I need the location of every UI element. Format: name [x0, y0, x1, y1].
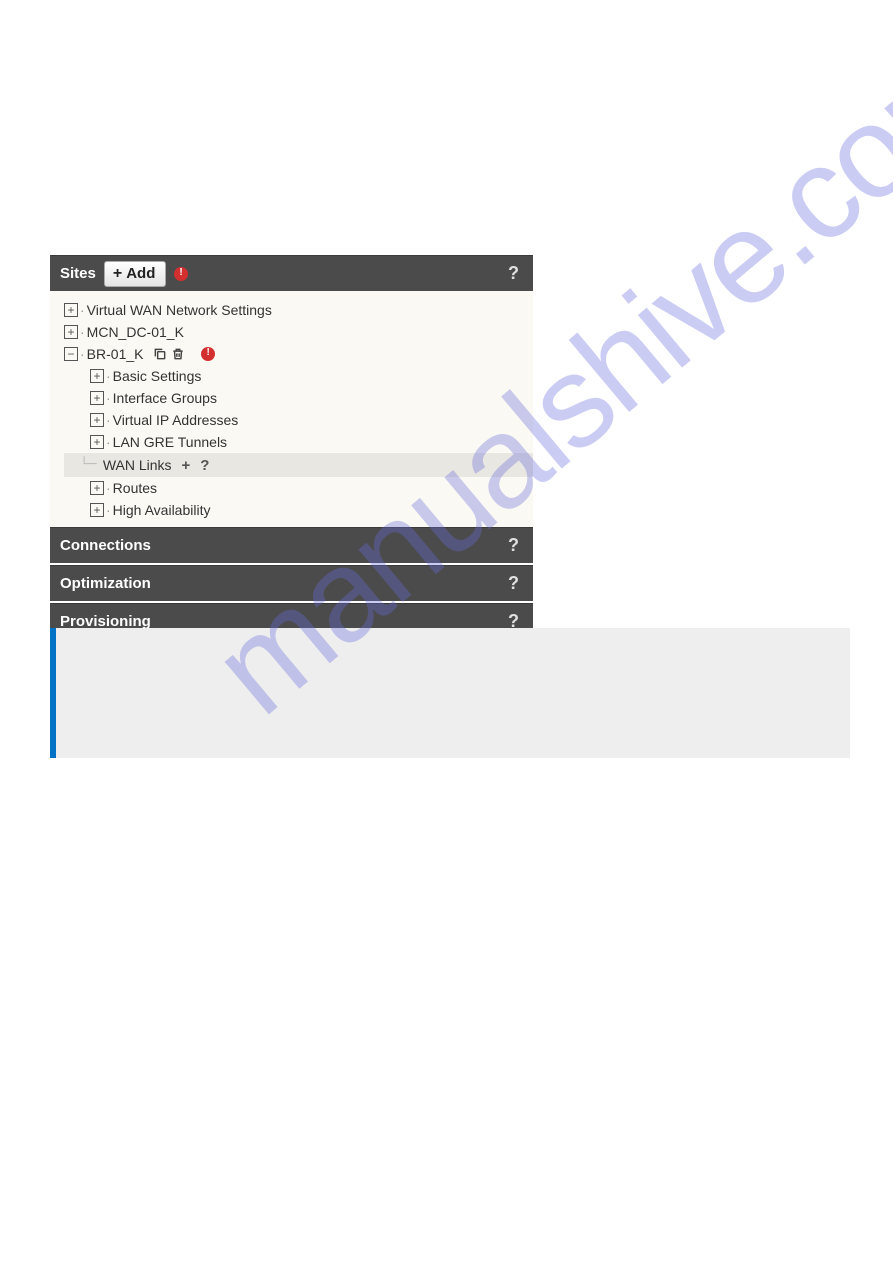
tree-label: Routes — [113, 480, 157, 496]
tree-label: Basic Settings — [113, 368, 202, 384]
expand-icon[interactable]: + — [90, 413, 104, 427]
help-icon[interactable]: ? — [508, 263, 519, 284]
alert-icon[interactable] — [174, 267, 188, 281]
tree-label: Virtual WAN Network Settings — [87, 302, 272, 318]
expand-icon[interactable]: + — [90, 435, 104, 449]
expand-icon[interactable]: + — [90, 481, 104, 495]
help-icon[interactable]: ? — [200, 457, 209, 474]
collapse-icon[interactable]: − — [64, 347, 78, 361]
optimization-header[interactable]: Optimization ? — [50, 565, 533, 601]
tree-item-vwan[interactable]: + · Virtual WAN Network Settings — [50, 299, 533, 321]
tree-item-igroups[interactable]: + · Interface Groups — [50, 387, 533, 409]
expand-icon[interactable]: + — [90, 369, 104, 383]
expand-icon[interactable]: + — [90, 391, 104, 405]
tree-item-ha[interactable]: + · High Availability — [50, 499, 533, 521]
tree-item-mcn[interactable]: + · MCN_DC-01_K — [50, 321, 533, 343]
connections-header[interactable]: Connections ? — [50, 527, 533, 563]
section-title: Optimization — [60, 575, 151, 592]
tree-item-br[interactable]: − · BR-01_K — [50, 343, 533, 365]
section-title: Connections — [60, 537, 151, 554]
tree-label: MCN_DC-01_K — [87, 324, 184, 340]
delete-icon[interactable] — [171, 347, 185, 361]
help-icon[interactable]: ? — [508, 535, 519, 556]
tree-label: LAN GRE Tunnels — [113, 434, 227, 450]
sites-header[interactable]: Sites + Add ? — [50, 255, 533, 291]
tree-branch-icon: └─ — [80, 457, 97, 473]
tree-item-vip[interactable]: + · Virtual IP Addresses — [50, 409, 533, 431]
sites-tree: + · Virtual WAN Network Settings + · MCN… — [50, 291, 533, 527]
help-icon[interactable]: ? — [508, 573, 519, 594]
note-block — [50, 628, 850, 758]
tree-label: BR-01_K — [87, 346, 144, 362]
expand-icon[interactable]: + — [64, 303, 78, 317]
tree-item-gre[interactable]: + · LAN GRE Tunnels — [50, 431, 533, 453]
expand-icon[interactable]: + — [64, 325, 78, 339]
tree-item-routes[interactable]: + · Routes — [50, 477, 533, 499]
sites-title: Sites — [60, 265, 96, 282]
copy-icon[interactable] — [153, 347, 167, 361]
tree-label: Interface Groups — [113, 390, 217, 406]
add-button[interactable]: + Add — [104, 261, 167, 287]
tree-label: Virtual IP Addresses — [113, 412, 239, 428]
tree-item-basic[interactable]: + · Basic Settings — [50, 365, 533, 387]
tree-label: WAN Links — [103, 457, 172, 473]
alert-icon[interactable] — [201, 347, 215, 361]
tree-label: High Availability — [113, 502, 211, 518]
expand-icon[interactable]: + — [90, 503, 104, 517]
tree-item-wanlinks-selected[interactable]: └─ WAN Links + ? — [64, 453, 533, 477]
add-icon[interactable]: + — [182, 457, 191, 474]
plus-icon: + — [113, 265, 122, 283]
add-label: Add — [126, 265, 155, 282]
